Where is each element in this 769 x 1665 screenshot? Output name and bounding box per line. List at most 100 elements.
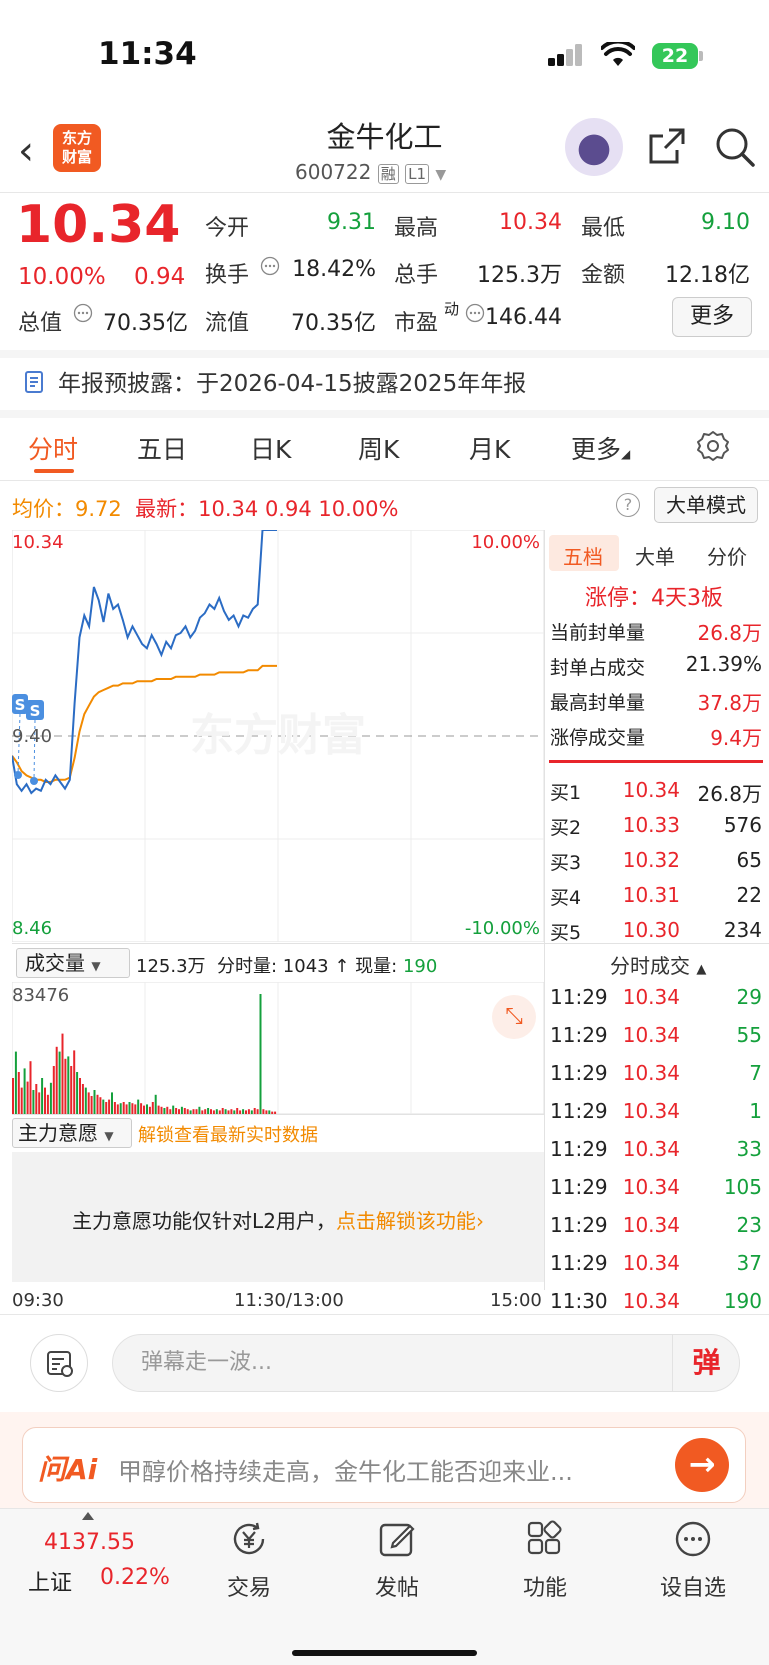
divider	[0, 1314, 769, 1315]
volume-bar	[87, 1092, 90, 1114]
seal-volume-value: 26.8万	[697, 621, 762, 645]
volume-bar	[122, 1102, 125, 1114]
tab-more[interactable]: 更多◢	[571, 430, 630, 466]
volume-bar	[131, 1103, 134, 1114]
volume-bar	[76, 1072, 79, 1114]
trade-price: 10.34	[622, 1061, 680, 1085]
more-quote-button[interactable]: 更多	[672, 297, 752, 337]
share-icon[interactable]	[647, 126, 687, 166]
time-axis-end: 15:00	[490, 1290, 542, 1311]
index-value[interactable]: 4137.55	[44, 1530, 135, 1555]
trade-time: 11:29	[550, 1061, 608, 1085]
intraday-price-chart[interactable]: 东方财富 S S	[12, 530, 544, 942]
turnover-label: 换手	[205, 263, 250, 288]
pe-label: 市盈	[394, 311, 439, 336]
trade-time: 11:29	[550, 1213, 608, 1237]
bid-level-label: 买2	[550, 817, 582, 839]
caret-up-icon: ▲	[696, 962, 707, 977]
arrow-right-icon[interactable]: →	[675, 1438, 729, 1492]
nav-trade[interactable]: 交易	[194, 1520, 304, 1602]
tab-monthly-k[interactable]: 月K	[469, 430, 510, 466]
bid-price: 10.32	[622, 848, 680, 872]
time-axis-start: 09:30	[12, 1290, 64, 1311]
battery-indicator: 22	[652, 43, 698, 69]
volume-bar	[113, 1102, 116, 1114]
change-amount: 0.94	[134, 264, 186, 290]
tab-weekly-k[interactable]: 周K	[358, 430, 399, 466]
volume-bar	[105, 1102, 108, 1114]
volume-bar	[12, 1078, 14, 1114]
index-name[interactable]: 上证	[28, 1565, 72, 1597]
latest-pct: 10.00%	[318, 497, 399, 521]
volume-bar	[148, 1106, 151, 1114]
caret-down-icon: ◢	[621, 447, 631, 461]
volume-bar	[58, 1051, 61, 1114]
margin-tag: 融	[377, 164, 399, 184]
volume-bar	[23, 1068, 26, 1114]
current-volume-value: 190	[402, 956, 438, 977]
side-tab-level5[interactable]: 五档	[563, 541, 603, 570]
volume-max-label: 83476	[12, 985, 70, 1006]
seal-volume-label: 当前封单量	[550, 622, 646, 644]
volume-bar	[108, 1099, 111, 1114]
trade-volume: 37	[736, 1251, 762, 1275]
tab-daily-k[interactable]: 日K	[250, 430, 291, 466]
big-order-mode-button[interactable]: 大单模式	[654, 487, 758, 523]
volume-bar	[160, 1106, 163, 1114]
announcement-notice[interactable]: 年报预披露：于2026-04-15披露2025年年报	[58, 364, 526, 398]
index-pct[interactable]: 0.22%	[100, 1565, 170, 1590]
info-dots-icon[interactable]	[73, 303, 93, 323]
caret-up-icon	[82, 1512, 94, 1520]
bid-level-label: 买3	[550, 852, 582, 874]
search-icon[interactable]	[714, 126, 756, 168]
volume-bar	[116, 1104, 119, 1114]
side-tab-price-dist[interactable]: 分价	[707, 541, 747, 570]
volume-bar	[26, 1081, 29, 1114]
danmaku-input[interactable]: 弹幕走一波...	[112, 1334, 740, 1392]
status-time: 11:34	[98, 36, 197, 72]
nav-post[interactable]: 发帖	[342, 1520, 452, 1602]
level-tag: L1	[405, 164, 429, 184]
tab-five-day[interactable]: 五日	[137, 430, 187, 466]
info-dots-icon[interactable]	[260, 256, 280, 276]
nav-watchlist[interactable]: 设自选	[638, 1520, 748, 1602]
danmaku-send-button[interactable]: 弹	[672, 1334, 740, 1392]
latest-value: 10.34	[198, 497, 259, 521]
volume-chart[interactable]	[12, 982, 544, 1114]
volume-indicator-select[interactable]: 成交量 ▼	[16, 948, 130, 978]
main-force-select[interactable]: 主力意愿 ▼	[12, 1118, 132, 1148]
trades-header[interactable]: 分时成交 ▲	[610, 950, 706, 979]
nav-functions[interactable]: 功能	[490, 1520, 600, 1602]
bid-volume: 26.8万	[697, 782, 762, 806]
volume-bar	[67, 1056, 70, 1114]
divider	[544, 943, 769, 944]
volume-bar	[49, 1082, 52, 1114]
stock-code-row[interactable]: 600722 融 L1 ▼	[295, 160, 446, 184]
volume-info: 125.3万 分时量: 1043 ↑ 现量: 190	[136, 952, 437, 978]
yuan-exchange-icon	[233, 1522, 265, 1555]
expand-chart-icon[interactable]: ⤡	[492, 995, 536, 1039]
limit-volume-label: 涨停成交量	[550, 727, 646, 749]
force-locked-message: 主力意愿功能仅针对L2用户，点击解锁该功能›	[12, 1205, 544, 1234]
battery-cap	[699, 51, 703, 61]
force-unlock-link[interactable]: 解锁查看最新实时数据	[138, 1121, 318, 1147]
side-tab-big-order[interactable]: 大单	[635, 541, 675, 570]
amount-label: 金额	[581, 263, 626, 288]
volume-bar	[154, 1094, 157, 1114]
watermark: 东方财富	[190, 710, 366, 761]
bid-level-label: 买4	[550, 887, 582, 909]
danmaku-settings-button[interactable]	[30, 1334, 88, 1392]
tab-intraday[interactable]: 分时	[28, 430, 78, 466]
signal-icon	[548, 44, 582, 66]
apps-grid-icon	[527, 1520, 562, 1555]
max-seal-label: 最高封单量	[550, 692, 646, 714]
force-unlock-button[interactable]: 点击解锁该功能	[336, 1209, 476, 1233]
volume-total: 125.3万	[136, 956, 206, 977]
trade-volume: 1	[749, 1099, 762, 1123]
settings-gear-icon[interactable]	[696, 429, 730, 463]
assistant-avatar-icon[interactable]	[565, 118, 623, 176]
help-icon[interactable]: ?	[616, 493, 640, 517]
ai-question-text[interactable]: 甲醇价格持续走高，金牛化工能否迎来业...	[118, 1452, 638, 1487]
trade-time: 11:30	[550, 1289, 608, 1313]
market-cap-label: 总值	[18, 311, 63, 336]
